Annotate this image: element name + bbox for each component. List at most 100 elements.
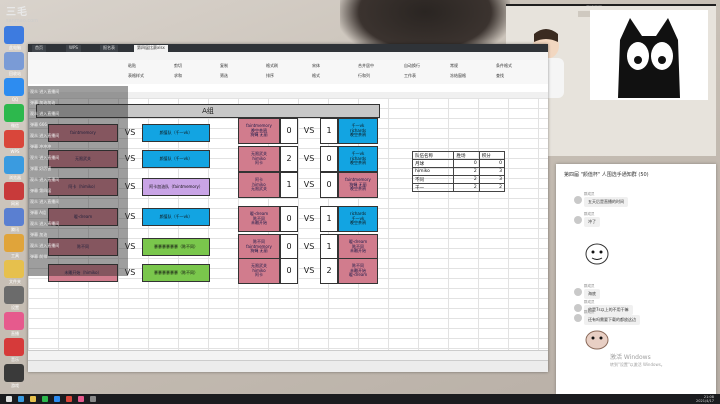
desktop-shortcut-icon[interactable] (4, 26, 24, 44)
ribbon-button[interactable]: 工作表 (404, 73, 416, 79)
avatar[interactable] (574, 196, 582, 204)
bracket-team-right[interactable]: 千一vk richards 晚空茶鸦 (338, 146, 378, 172)
ribbon-button[interactable]: 条件格式 (496, 63, 512, 69)
opponent-cell[interactable]: 暴暴暴暴暴暴（陈不同） (142, 264, 210, 282)
bracket-team-right[interactable]: 千一vk richards 晚空茶鸦 (338, 118, 378, 144)
ribbon-button[interactable]: 冻结窗格 (450, 73, 466, 79)
ribbon-button[interactable]: 常规 (450, 63, 458, 69)
desktop-shortcut-icon[interactable] (4, 260, 24, 278)
bracket-team-right[interactable]: richards 千一vk 晚空茶鸦 (338, 206, 378, 232)
desktop-shortcut-icon[interactable] (4, 338, 24, 356)
taskbar-app-icon[interactable] (78, 396, 84, 402)
points-cell[interactable]: 2 (453, 183, 480, 192)
score-a[interactable]: 2 (280, 146, 298, 172)
bracket-team-right[interactable]: 暖-dream 陈不同 未雕开始 (338, 234, 378, 260)
points-cell[interactable]: 千一 (411, 183, 455, 192)
window-tab[interactable]: 报名表 (100, 45, 118, 52)
window-tab[interactable]: WPS (66, 45, 81, 52)
desktop-shortcut-icon[interactable] (4, 52, 24, 70)
points-cell[interactable]: 0 (478, 159, 506, 168)
message-bubble[interactable]: 冲了 (584, 217, 600, 227)
bracket-team-right[interactable]: 陈不同 未雕开始 暖-dream (338, 258, 378, 284)
desktop-shortcut-icon[interactable] (4, 234, 24, 252)
desktop-shortcut-icon[interactable] (4, 312, 24, 330)
desktop-shortcut-icon[interactable] (4, 208, 24, 226)
bracket-team-left[interactable]: faintmemory 晚空茶鸦 狗蝇 无丽 (238, 118, 280, 144)
desktop-shortcut-icon[interactable] (4, 156, 24, 174)
ribbon-button[interactable]: 粘贴 (128, 63, 136, 69)
points-cell[interactable]: 2 (453, 175, 480, 184)
score-a[interactable]: 1 (280, 172, 298, 198)
desktop-shortcut-icon[interactable] (4, 130, 24, 148)
message-bubble[interactable]: 海底 (584, 289, 600, 299)
ribbon-button[interactable]: 宋体 (312, 63, 320, 69)
points-cell[interactable]: 2 (453, 167, 480, 176)
ribbon-button[interactable]: 排序 (266, 73, 274, 79)
taskbar-app-icon[interactable] (30, 396, 36, 402)
score-a[interactable]: 0 (280, 234, 298, 260)
ribbon-button[interactable]: 自动换行 (404, 63, 420, 69)
desktop-shortcut-label: 浏览器 (9, 175, 21, 180)
ribbon-button[interactable]: 行和列 (358, 73, 370, 79)
points-cell[interactable]: 2 (478, 183, 506, 192)
score-a[interactable]: 0 (280, 206, 298, 232)
group-chat-window[interactable]: 第四届 "颜值杯" 人围选手通知群 (50) 激活 Windows 转到"设置"… (556, 164, 716, 394)
bracket-team-right[interactable]: faintmemory 狗蝇 无丽 晚空茶鸦 (338, 172, 378, 198)
points-cell[interactable]: 0 (453, 159, 480, 168)
ribbon-button[interactable]: 求和 (174, 73, 182, 79)
score-b[interactable]: 0 (320, 146, 338, 172)
opponent-cell[interactable]: 阿卡加油队（faintmemory） (142, 178, 210, 196)
avatar[interactable] (574, 304, 582, 312)
bracket-team-left[interactable]: 暖-dream 陈不同 未雕开始 (238, 206, 280, 232)
ribbon-button[interactable]: 格式刷 (266, 63, 278, 69)
desktop-shortcut-icon[interactable] (4, 364, 24, 382)
avatar[interactable] (574, 288, 582, 296)
points-cell[interactable]: 3 (478, 167, 506, 176)
ribbon-button[interactable]: 剪切 (174, 63, 182, 69)
taskbar-app-icon[interactable] (6, 396, 12, 402)
bracket-team-left[interactable]: 无限武关 himiko 阿卡 (238, 146, 280, 172)
points-cell[interactable]: himiko (411, 167, 455, 176)
ribbon-button[interactable]: 格式 (312, 73, 320, 79)
ribbon-button[interactable]: 筛选 (220, 73, 228, 79)
taskbar-app-icon[interactable] (54, 396, 60, 402)
taskbar-app-icon[interactable] (42, 396, 48, 402)
opponent-cell[interactable]: 颜值队（千一vk） (142, 124, 210, 142)
opponent-cell[interactable]: 颜值队（千一vk） (142, 208, 210, 226)
avatar[interactable] (574, 314, 582, 322)
desktop-shortcut-icon[interactable] (4, 78, 24, 96)
ribbon-button[interactable]: 复制 (220, 63, 228, 69)
bracket-team-left[interactable]: 阿卡 himiko 无限武关 (238, 172, 280, 198)
ribbon-button[interactable]: 表格样式 (128, 73, 144, 79)
opponent-cell[interactable]: 暴暴暴暴暴暴（陈不同） (142, 238, 210, 256)
chat-title: 第四届 "颜值杯" 人围选手通知群 (50) (564, 172, 649, 178)
message-bubble[interactable]: 还有吗需要下载的都放这边 (584, 315, 640, 325)
score-a[interactable]: 0 (280, 258, 298, 284)
ribbon-button[interactable]: 合并居中 (358, 63, 374, 69)
message-bubble[interactable]: 五天后是直播的时间 (584, 197, 628, 207)
window-tab[interactable]: 第四届比赛xlsx (134, 45, 168, 52)
window-tab[interactable]: 首页 (32, 45, 46, 52)
score-a[interactable]: 0 (280, 118, 298, 144)
score-b[interactable]: 1 (320, 206, 338, 232)
points-cell[interactable]: 3 (478, 175, 506, 184)
desktop-shortcut-icon[interactable] (4, 104, 24, 122)
points-header-cell: 积分 (478, 151, 506, 160)
avatar[interactable] (574, 216, 582, 224)
score-b[interactable]: 2 (320, 258, 338, 284)
score-b[interactable]: 1 (320, 234, 338, 260)
taskbar-app-icon[interactable] (66, 396, 72, 402)
bracket-team-left[interactable]: 陈不同 faintmemory 狗蝇 无丽 (238, 234, 280, 260)
desktop-shortcut-icon[interactable] (4, 286, 24, 304)
points-cell[interactable]: 不同 (411, 175, 455, 184)
ribbon-button[interactable]: 查找 (496, 73, 504, 79)
desktop-shortcut-icon[interactable] (4, 182, 24, 200)
bracket-team-left[interactable]: 无限武关 himiko 阿卡 (238, 258, 280, 284)
score-b[interactable]: 0 (320, 172, 338, 198)
taskbar-app-icon[interactable] (18, 396, 24, 402)
taskbar-app-icon[interactable] (90, 396, 96, 402)
points-cell[interactable]: 月球 (411, 159, 455, 168)
score-b[interactable]: 1 (320, 118, 338, 144)
opponent-cell[interactable]: 颜值队（千一vk） (142, 150, 210, 168)
taskbar-clock[interactable]: 21:08 2021/4/17 (696, 395, 714, 403)
